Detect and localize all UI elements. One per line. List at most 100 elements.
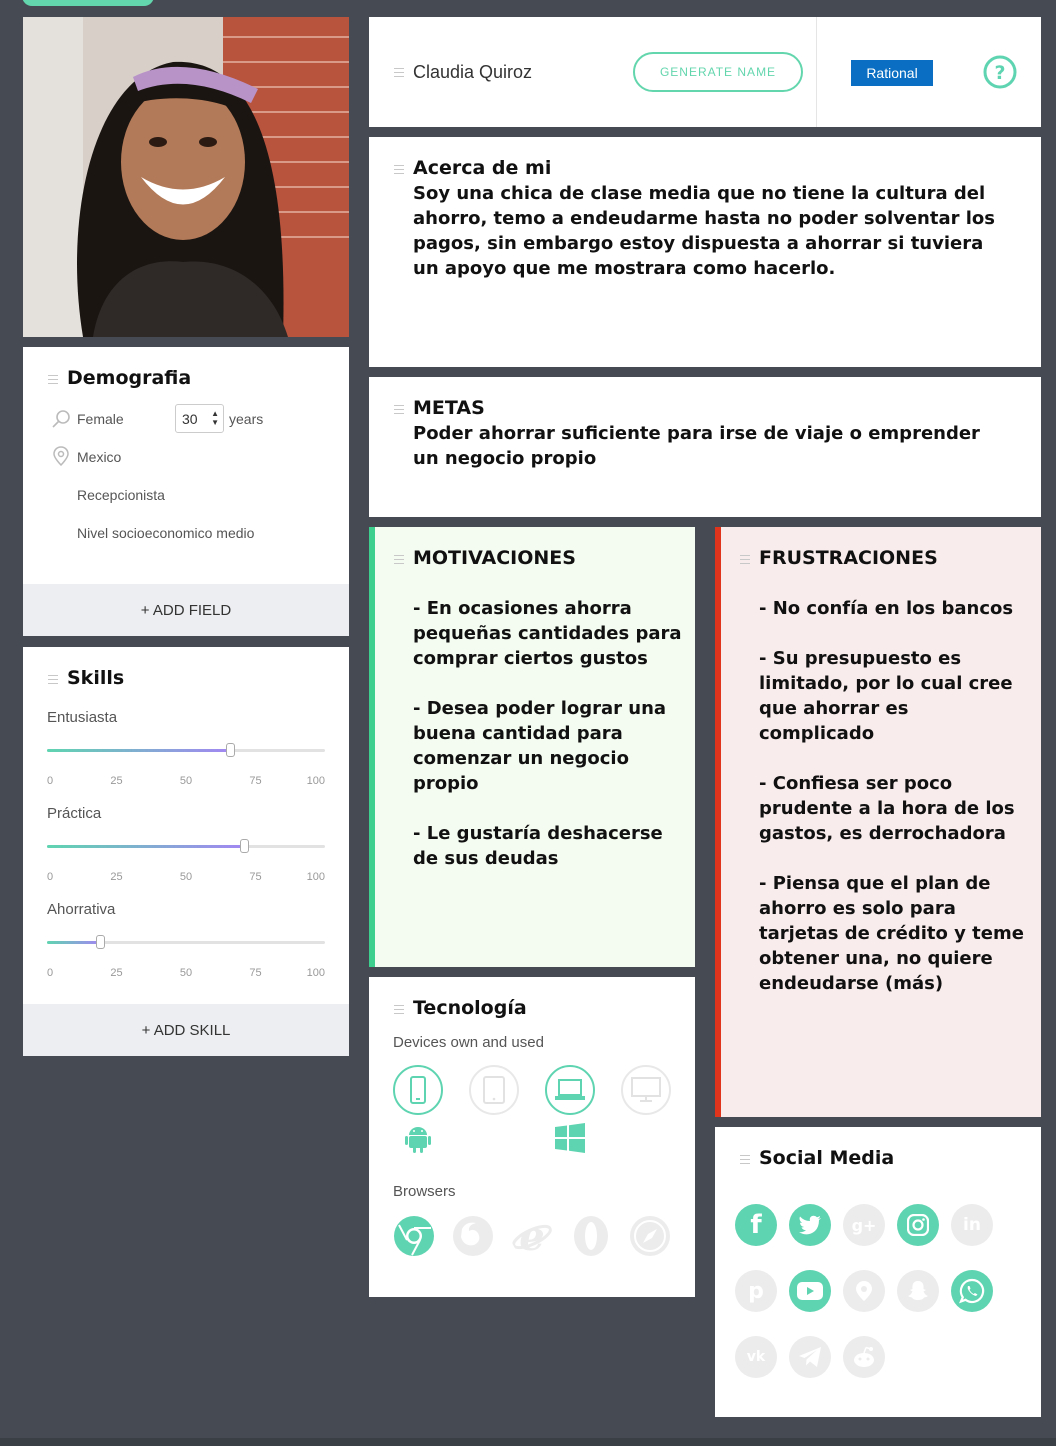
drag-handle-icon[interactable] <box>48 375 58 384</box>
goals-card: METAS Poder ahorrar suficiente para irse… <box>369 377 1041 517</box>
socioeconomic-value[interactable]: Nivel socioeconomico medio <box>77 525 254 541</box>
skill-tick-label: 75 <box>249 775 262 787</box>
age-unit: years <box>229 411 264 427</box>
skill-tick-label: 100 <box>306 967 325 979</box>
twitter-icon[interactable] <box>789 1204 831 1246</box>
skill-tick-label: 75 <box>249 871 262 883</box>
foursquare-icon[interactable] <box>843 1270 885 1312</box>
persona-photo[interactable] <box>23 17 349 337</box>
drag-handle-icon[interactable] <box>394 165 404 174</box>
bottom-bar <box>0 1438 1056 1446</box>
add-skill-button[interactable]: + ADD SKILL <box>23 1004 349 1056</box>
add-field-button[interactable]: + ADD FIELD <box>23 584 349 636</box>
skill-slider-fill <box>47 845 245 848</box>
google-plus-icon[interactable]: g+ <box>843 1204 885 1246</box>
location-pin-icon <box>53 446 69 466</box>
drag-handle-icon[interactable] <box>740 555 750 564</box>
skill-slider[interactable] <box>47 839 325 853</box>
skill-slider-thumb[interactable] <box>240 839 250 853</box>
skill-label: Entusiasta <box>47 709 118 726</box>
goals-title: METAS <box>413 397 485 419</box>
youtube-icon[interactable] <box>789 1270 831 1312</box>
firefox-icon[interactable] <box>452 1215 494 1257</box>
frustrations-title: FRUSTRACIONES <box>759 547 938 569</box>
technology-card: Tecnología Devices own and used Browsers… <box>369 977 695 1297</box>
skill-tick-label: 25 <box>110 775 123 787</box>
devices-label: Devices own and used <box>393 1034 544 1051</box>
skill-slider-thumb[interactable] <box>95 935 105 949</box>
generate-name-button[interactable]: GENERATE NAME <box>633 52 803 92</box>
motivations-text[interactable]: - En ocasiones ahorra pequeñas cantidade… <box>413 596 683 871</box>
opera-icon[interactable] <box>570 1215 612 1257</box>
motivations-card: MOTIVACIONES - En ocasiones ahorra peque… <box>369 527 695 967</box>
desktop-icon[interactable] <box>621 1065 671 1115</box>
reddit-icon[interactable] <box>843 1336 885 1378</box>
skill-tick-label: 50 <box>179 967 193 979</box>
goals-text[interactable]: Poder ahorrar suficiente para irse de vi… <box>413 421 1003 471</box>
gender-value[interactable]: Female <box>77 411 124 427</box>
top-tab[interactable] <box>22 0 154 6</box>
skill-scale: 0 25 50 75 100 <box>47 775 325 789</box>
skill-scale: 0 25 50 75 100 <box>47 967 325 981</box>
pinterest-icon[interactable]: p <box>735 1270 777 1312</box>
personality-tag[interactable]: Rational <box>851 60 933 86</box>
technology-title: Tecnología <box>413 997 527 1019</box>
social-media-title: Social Media <box>759 1147 895 1169</box>
drag-handle-icon[interactable] <box>394 555 404 564</box>
skills-card: Skills Entusiasta 0 25 50 75 100 Práctica 0 25 50… <box>23 647 349 1056</box>
age-input[interactable]: 30 ▲ ▼ <box>175 404 224 433</box>
persona-photo-image <box>23 17 349 337</box>
whatsapp-icon[interactable] <box>951 1270 993 1312</box>
internet-explorer-icon[interactable]: e <box>511 1215 553 1257</box>
safari-icon[interactable] <box>629 1215 671 1257</box>
skill-scale: 0 25 50 75 100 <box>47 871 325 885</box>
skill-slider-fill <box>47 941 100 944</box>
frustrations-text[interactable]: - No confía en los bancos - Su presupues… <box>759 596 1029 996</box>
about-card: Acerca de mi Soy una chica de clase medi… <box>369 137 1041 367</box>
telegram-icon[interactable] <box>789 1336 831 1378</box>
skill-slider[interactable] <box>47 743 325 757</box>
laptop-icon[interactable] <box>545 1065 595 1115</box>
windows-icon[interactable] <box>555 1123 585 1153</box>
skill-label: Práctica <box>47 805 102 822</box>
chrome-icon[interactable] <box>393 1215 435 1257</box>
skill-tick-label: 0 <box>47 871 54 883</box>
header-card: Claudia Quiroz GENERATE NAME Rational ? <box>369 17 1041 127</box>
skill-label: Ahorrativa <box>47 901 116 918</box>
social-media-card: Social Media f g+ in p vk <box>715 1127 1041 1417</box>
skill-tick-label: 50 <box>179 775 193 787</box>
persona-name[interactable]: Claudia Quiroz <box>413 62 532 83</box>
skill-tick-label: 0 <box>47 967 54 979</box>
linkedin-icon[interactable]: in <box>951 1204 993 1246</box>
tablet-icon[interactable] <box>469 1065 519 1115</box>
drag-handle-icon[interactable] <box>48 675 58 684</box>
drag-handle-icon[interactable] <box>394 68 404 77</box>
frustrations-card: FRUSTRACIONES - No confía en los bancos … <box>715 527 1041 1117</box>
skill-slider[interactable] <box>47 935 325 949</box>
vk-icon[interactable]: vk <box>735 1336 777 1378</box>
drag-handle-icon[interactable] <box>394 405 404 414</box>
facebook-icon[interactable]: f <box>735 1204 777 1246</box>
demographics-card: Demografia Female 30 ▲ ▼ years Mexico Rec… <box>23 347 349 636</box>
drag-handle-icon[interactable] <box>740 1155 750 1164</box>
skill-tick-label: 25 <box>110 967 123 979</box>
divider <box>816 17 817 127</box>
svg-text:e: e <box>519 1215 544 1257</box>
instagram-icon[interactable] <box>897 1204 939 1246</box>
svg-text:?: ? <box>994 62 1005 84</box>
question-circle-icon[interactable]: ? <box>983 55 1017 89</box>
about-title: Acerca de mi <box>413 157 552 179</box>
stepper-arrows-icon[interactable]: ▲ ▼ <box>211 409 219 427</box>
skill-tick-label: 75 <box>249 967 262 979</box>
location-value[interactable]: Mexico <box>77 449 121 465</box>
drag-handle-icon[interactable] <box>394 1005 404 1014</box>
skill-tick-label: 0 <box>47 775 54 787</box>
android-icon[interactable] <box>405 1125 431 1153</box>
smartphone-icon[interactable] <box>393 1065 443 1115</box>
occupation-value[interactable]: Recepcionista <box>77 487 165 503</box>
age-value: 30 <box>182 411 198 427</box>
snapchat-icon[interactable] <box>897 1270 939 1312</box>
skill-slider-thumb[interactable] <box>226 743 236 757</box>
about-text[interactable]: Soy una chica de clase media que no tien… <box>413 181 1003 281</box>
browsers-label: Browsers <box>393 1183 456 1200</box>
